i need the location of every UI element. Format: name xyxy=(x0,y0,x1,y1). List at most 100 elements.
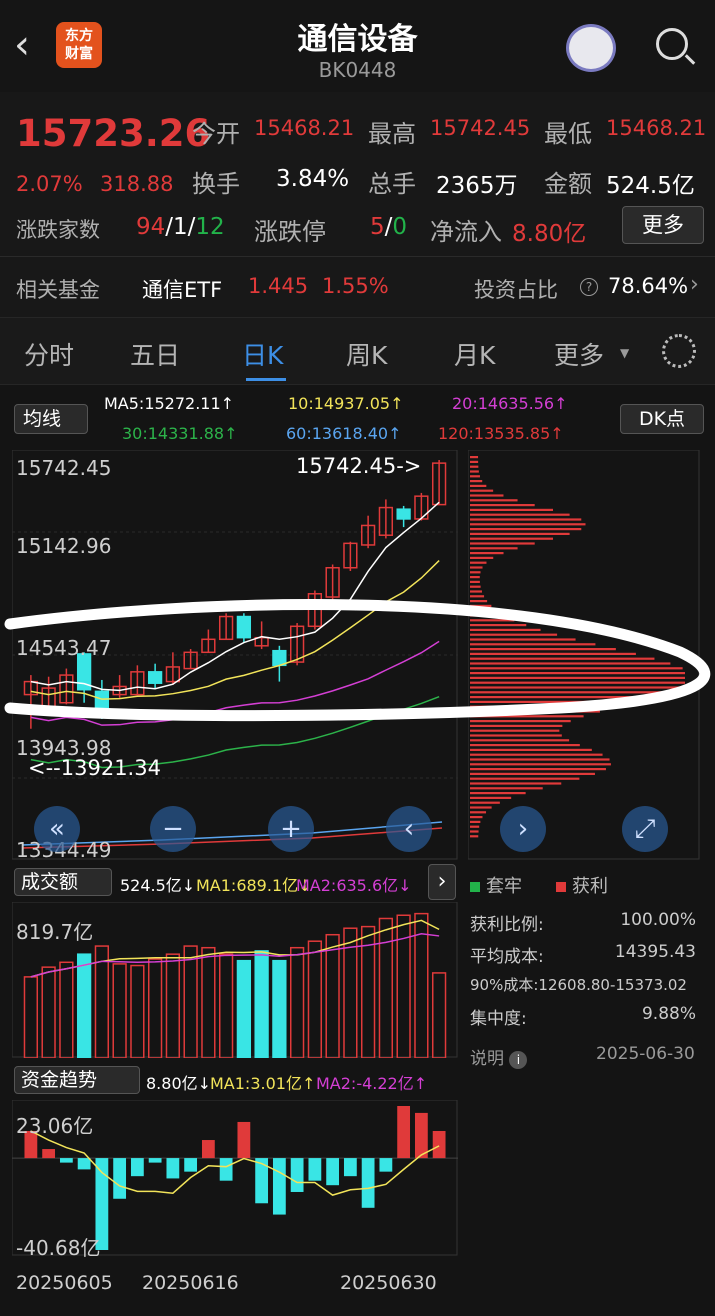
chip-bar xyxy=(470,566,483,569)
chevron-right-icon[interactable]: › xyxy=(690,272,699,297)
chip-bar xyxy=(470,465,479,468)
tab-intraday[interactable]: 分时 xyxy=(24,336,74,372)
chip-bar xyxy=(470,816,483,819)
ratio-value: 78.64% xyxy=(608,274,689,298)
volume-bar xyxy=(112,963,127,1058)
vol-ma1: MA1:689.1亿↓ xyxy=(196,876,312,895)
chip-bar xyxy=(470,585,481,588)
volume-bar xyxy=(165,953,181,1058)
chip-bar xyxy=(470,484,487,487)
settings-gear-icon[interactable] xyxy=(662,334,696,368)
scroll-left-icon[interactable]: ‹ xyxy=(386,806,432,852)
volume-bar xyxy=(147,958,163,1058)
fund-name[interactable]: 通信ETF xyxy=(142,274,222,304)
chip-bar xyxy=(470,763,611,766)
flow-bar xyxy=(219,1158,233,1181)
chip-bar xyxy=(470,744,580,747)
collapse-button[interactable]: › xyxy=(428,864,456,900)
robot-assistant-icon[interactable] xyxy=(566,24,616,72)
min-price-marker: <--13921.34 xyxy=(28,756,161,780)
inflow-value: 8.80亿 xyxy=(512,221,587,247)
turnover-value: 3.84% xyxy=(276,166,350,192)
chip-bar xyxy=(470,792,526,795)
help-icon[interactable]: ? xyxy=(580,278,598,296)
zoom-out-icon[interactable]: − xyxy=(150,806,196,852)
chip-bar xyxy=(470,835,479,838)
flow-bar xyxy=(237,1121,251,1159)
fund-pct: 1.55% xyxy=(322,274,389,298)
flow-ma1: MA1:3.01亿↑ xyxy=(210,1074,316,1093)
max-price-marker: 15742.45-> xyxy=(296,454,422,478)
chip-bar xyxy=(470,811,487,814)
chip-note[interactable]: 说明 i xyxy=(470,1044,528,1069)
flow-ma2: MA2:-4.22亿↑ xyxy=(316,1074,428,1093)
tab-5day[interactable]: 五日 xyxy=(130,336,180,372)
volume-bar xyxy=(272,959,287,1058)
chip-conc-row: 集中度: 9.88% xyxy=(470,1004,696,1029)
chip-bar xyxy=(470,532,570,535)
volume-bar xyxy=(431,972,447,1058)
volume-bar xyxy=(378,917,394,1058)
flow-bar xyxy=(326,1158,340,1186)
more-button[interactable]: 更多 xyxy=(622,206,704,244)
volume-bar xyxy=(218,953,234,1058)
ma-selector[interactable]: 均线 xyxy=(14,404,88,434)
volume-value: 2365万 xyxy=(436,173,518,199)
flow-bar xyxy=(397,1106,411,1159)
low-value: 15468.21 xyxy=(606,116,707,140)
legend-trap: 套牢 xyxy=(470,872,522,898)
chip-bar xyxy=(470,782,562,785)
vol-max-label: 819.7亿 xyxy=(16,920,94,944)
chip-bar xyxy=(470,806,492,809)
top-bar: ‹ 东方 财富 通信设备 BK0448 xyxy=(0,0,715,92)
chip-bar xyxy=(470,830,479,833)
indicator-selector-volume[interactable]: 成交额 xyxy=(14,868,112,896)
chip-bar xyxy=(470,460,479,463)
date-label-1: 20250605 xyxy=(16,1272,113,1294)
expand-icon[interactable]: ⤢ xyxy=(622,806,668,852)
limit-label: 涨跌停 xyxy=(254,218,326,246)
volume-bar xyxy=(59,961,74,1058)
vol-ma2: MA2:635.6亿↓ xyxy=(296,876,412,895)
flow-value: 8.80亿↓ xyxy=(146,1074,212,1093)
chip-bar xyxy=(470,489,494,492)
zoom-in-icon[interactable]: + xyxy=(268,806,314,852)
volume-bar xyxy=(41,966,56,1058)
flow-bar xyxy=(77,1158,91,1170)
chip-bar xyxy=(470,777,580,780)
chip-bar xyxy=(470,537,554,540)
chip-bar xyxy=(470,508,554,511)
chip-bar xyxy=(470,494,504,497)
indicator-selector-flow[interactable]: 资金趋势 xyxy=(14,1066,140,1094)
amount-value: 524.5亿 xyxy=(606,173,695,199)
chip-bar xyxy=(470,753,603,756)
chip-avg-row: 平均成本: 14395.43 xyxy=(470,942,696,967)
tab-monthly[interactable]: 月K xyxy=(454,336,495,372)
chip-bar xyxy=(470,456,479,459)
flow-min-label: -40.68亿 xyxy=(16,1236,101,1260)
flow-max-label: 23.06亿 xyxy=(16,1114,94,1138)
limit-up-count: 5 xyxy=(370,214,385,240)
pct-change: 2.07% xyxy=(16,172,83,196)
ma10-value: 10:14937.05↑ xyxy=(288,394,404,413)
chip-date: 2025-06-30 xyxy=(596,1044,695,1064)
flow-bar xyxy=(42,1149,56,1159)
chip-bar xyxy=(470,796,512,799)
date-label-3: 20250630 xyxy=(340,1272,437,1294)
volume-bar xyxy=(23,976,39,1058)
candle-body xyxy=(396,508,411,520)
tab-more[interactable]: 更多 xyxy=(554,336,604,372)
search-icon[interactable] xyxy=(656,28,688,60)
dk-point-button[interactable]: DK点 xyxy=(620,404,704,434)
volume-bar xyxy=(325,933,340,1058)
flow-bar xyxy=(59,1158,73,1163)
rewind-icon[interactable]: « xyxy=(34,806,80,852)
tab-daily[interactable]: 日K xyxy=(242,336,283,372)
tab-weekly[interactable]: 周K xyxy=(346,336,387,372)
ratio-label: 投资占比 xyxy=(474,278,558,302)
abs-change: 318.88 xyxy=(100,172,174,196)
scroll-right-icon[interactable]: › xyxy=(500,806,546,852)
volume-bar xyxy=(289,946,305,1058)
chip-bar xyxy=(470,518,582,521)
chip-bar xyxy=(470,825,480,828)
